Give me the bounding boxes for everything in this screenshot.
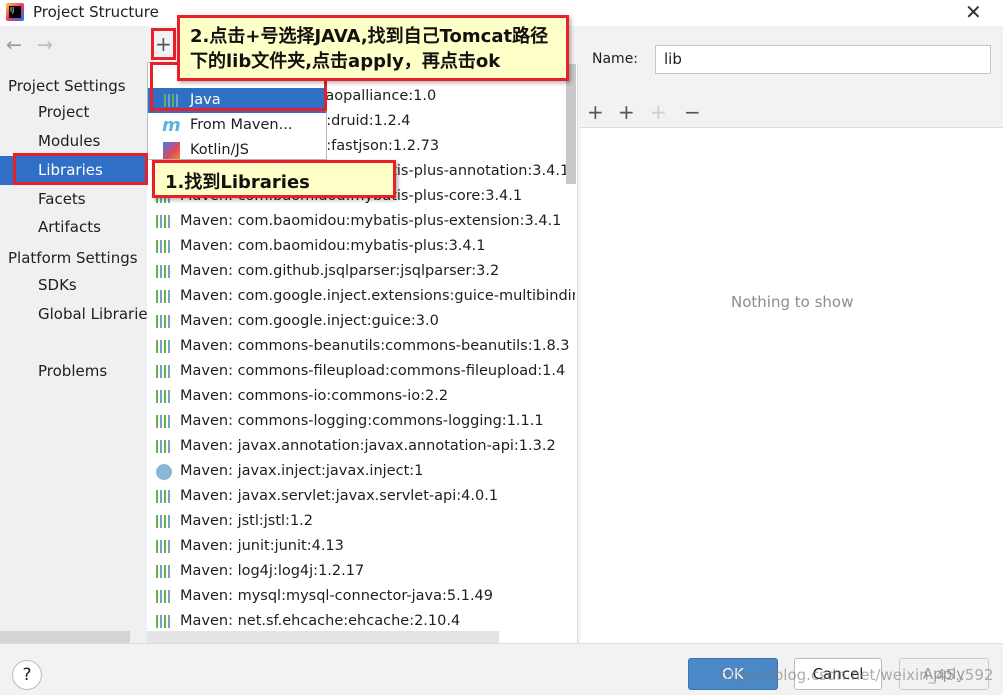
name-input[interactable]: lib <box>655 45 991 74</box>
sidebar-scrollbar[interactable] <box>0 631 130 643</box>
library-row[interactable]: Maven: commons-beanutils:commons-beanuti… <box>150 334 575 359</box>
library-name: Maven: javax.inject:javax.inject:1 <box>180 463 424 479</box>
library-icon <box>156 365 172 378</box>
library-row[interactable]: Maven: com.github.jsqlparser:jsqlparser:… <box>150 259 575 284</box>
library-row[interactable]: Maven: commons-fileupload:commons-fileup… <box>150 359 575 384</box>
library-row[interactable]: Maven: commons-logging:commons-logging:1… <box>150 409 575 434</box>
library-icon <box>156 290 172 303</box>
add-root-icon[interactable]: + <box>587 100 604 124</box>
annotation-step-1: 1.找到Libraries <box>152 160 396 198</box>
maven-icon: m <box>162 115 181 136</box>
library-icon <box>156 390 172 403</box>
library-row[interactable]: Maven: log4j:log4j:1.2.17 <box>150 559 575 584</box>
library-row[interactable]: Maven: commons-io:commons-io:2.2 <box>150 384 575 409</box>
remove-root-icon[interactable]: − <box>684 100 701 124</box>
library-icon <box>156 340 172 353</box>
close-icon[interactable]: ✕ <box>965 0 982 24</box>
library-row-partial[interactable] <box>147 631 499 643</box>
library-name: Maven: mysql:mysql-connector-java:5.1.49 <box>180 588 494 604</box>
annotation-step-2: 2.点击+号选择JAVA,找到自己Tomcat路径下的lib文件夹,点击appl… <box>177 15 569 81</box>
library-icon <box>156 315 172 328</box>
library-icon <box>156 440 172 453</box>
library-name: Maven: commons-logging:commons-logging:1… <box>180 413 544 429</box>
library-icon <box>156 415 172 428</box>
name-label: Name: <box>592 51 639 67</box>
library-name: Maven: jstl:jstl:1.2 <box>180 513 314 529</box>
add-excluded-icon: + <box>650 100 667 124</box>
sidebar-item-global-libraries[interactable]: Global Libraries <box>0 300 147 329</box>
popup-item-from-maven[interactable]: m From Maven... <box>148 113 326 138</box>
library-row[interactable]: Maven: mysql:mysql-connector-java:5.1.49 <box>150 584 575 609</box>
library-row[interactable]: Maven: com.baomidou:mybatis-plus-extensi… <box>150 209 575 234</box>
list-scrollbar[interactable] <box>566 64 576 184</box>
library-row[interactable]: Maven: junit:junit:4.13 <box>150 534 575 559</box>
add-special-root-icon[interactable]: + <box>618 100 635 124</box>
forward-arrow-icon[interactable]: → <box>37 34 53 56</box>
library-name: Maven: com.baomidou:mybatis-plus:3.4.1 <box>180 238 486 254</box>
library-row[interactable]: Maven: javax.servlet:javax.servlet-api:4… <box>150 484 575 509</box>
roots-tree <box>580 127 1003 643</box>
help-button[interactable]: ? <box>12 660 42 690</box>
sidebar-item-sdks[interactable]: SDKs <box>0 271 147 300</box>
popup-item-label: From Maven... <box>190 117 293 133</box>
library-row[interactable]: Maven: com.google.inject.extensions:guic… <box>150 284 575 309</box>
sidebar-item-modules[interactable]: Modules <box>0 127 147 156</box>
library-row[interactable]: Maven: jstl:jstl:1.2 <box>150 509 575 534</box>
library-name: Maven: javax.annotation:javax.annotation… <box>180 438 556 454</box>
sidebar-item-artifacts[interactable]: Artifacts <box>0 213 147 242</box>
library-row[interactable]: Maven: javax.inject:javax.inject:1 <box>150 459 575 484</box>
library-icon <box>156 540 172 553</box>
library-icon <box>156 240 172 253</box>
kotlin-icon <box>163 142 180 159</box>
library-name: Maven: log4j:log4j:1.2.17 <box>180 563 365 579</box>
library-name: Maven: commons-fileupload:commons-fileup… <box>180 363 566 379</box>
library-icon <box>156 590 172 603</box>
sidebar-item-problems[interactable]: Problems <box>0 357 147 386</box>
empty-text: Nothing to show <box>731 293 854 311</box>
library-name: Maven: com.google.inject:guice:3.0 <box>180 313 439 329</box>
sidebar-heading-platform-settings: Platform Settings <box>8 249 138 267</box>
library-name: Maven: commons-beanutils:commons-beanuti… <box>180 338 570 354</box>
highlight-add-button <box>151 28 176 60</box>
library-icon <box>156 615 172 628</box>
library-icon <box>156 215 172 228</box>
library-name: Maven: com.google.inject.extensions:guic… <box>180 288 575 304</box>
library-icon <box>156 265 172 278</box>
library-name: Maven: net.sf.ehcache:ehcache:2.10.4 <box>180 613 461 629</box>
sidebar-heading-project-settings: Project Settings <box>8 77 126 95</box>
sidebar-item-facets[interactable]: Facets <box>0 185 147 214</box>
library-icon <box>156 565 172 578</box>
library-name: Maven: com.baomidou:mybatis-plus-extensi… <box>180 213 562 229</box>
library-icon <box>156 490 172 503</box>
sidebar-item-project[interactable]: Project <box>0 98 147 127</box>
intellij-logo-icon: IJ <box>6 3 24 21</box>
library-row[interactable]: Maven: com.baomidou:mybatis-plus:3.4.1 <box>150 234 575 259</box>
library-row[interactable]: Maven: com.google.inject:guice:3.0 <box>150 309 575 334</box>
window-title: Project Structure <box>33 3 159 21</box>
library-icon <box>156 515 172 528</box>
library-icon <box>156 464 172 480</box>
library-name: Maven: javax.servlet:javax.servlet-api:4… <box>180 488 499 504</box>
watermark: https://blog.csdn.net/weixin_45..592 <box>720 666 994 684</box>
back-arrow-icon[interactable]: ← <box>6 34 22 56</box>
library-name: Maven: junit:junit:4.13 <box>180 538 344 554</box>
library-name: Maven: commons-io:commons-io:2.2 <box>180 388 449 404</box>
highlight-libraries <box>13 153 148 185</box>
popup-item-label: Kotlin/JS <box>190 142 249 158</box>
library-name: Maven: com.github.jsqlparser:jsqlparser:… <box>180 263 500 279</box>
library-row[interactable]: Maven: javax.annotation:javax.annotation… <box>150 434 575 459</box>
